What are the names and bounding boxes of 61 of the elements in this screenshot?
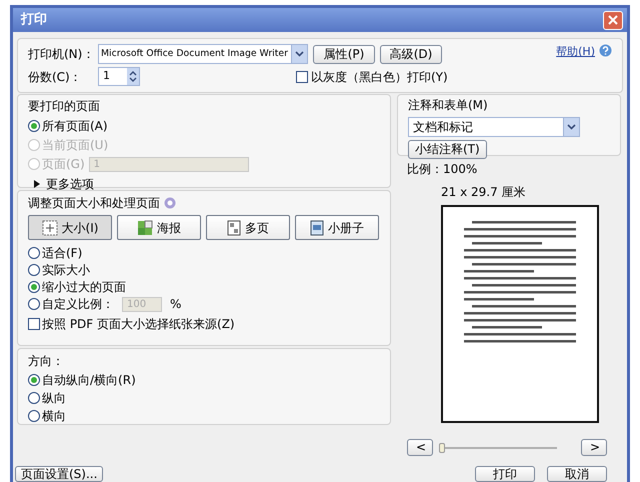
close-button[interactable] — [603, 10, 623, 30]
page-setup-button[interactable]: 页面设置(S)... — [15, 466, 104, 482]
radio-label: 自定义比例： — [42, 296, 114, 313]
slider-thumb[interactable] — [439, 442, 445, 452]
mode-button[interactable]: 大小(I) — [28, 215, 112, 240]
grayscale-label: 以灰度（黑白色）打印(Y) — [311, 68, 448, 86]
radio-button[interactable] — [28, 281, 40, 293]
expand-triangle-icon[interactable] — [34, 180, 40, 188]
mode-button[interactable]: 海报 — [117, 215, 201, 240]
summarize-button[interactable]: 小结注释(T) — [408, 140, 487, 159]
radio-label: 当前页面(U) — [42, 137, 108, 154]
help-icon — [599, 44, 612, 57]
spinner-arrows-icon[interactable] — [127, 68, 139, 85]
radio-label: 适合(F) — [42, 245, 82, 262]
radio-button[interactable] — [28, 374, 40, 386]
radio-label: 自动纵向/横向(R) — [42, 372, 136, 389]
close-icon — [608, 15, 618, 25]
radio-label: 实际大小 — [42, 262, 90, 279]
section-title: 调整页面大小和处理页面 — [28, 195, 160, 212]
printer-option-button[interactable]: 属性(P) — [313, 44, 375, 64]
copies-spinner[interactable]: 1 — [98, 67, 140, 86]
section-title: 要打印的页面 — [28, 98, 101, 115]
radio-button[interactable] — [28, 410, 40, 422]
checkbox[interactable] — [28, 318, 40, 330]
radio-button[interactable] — [28, 120, 40, 132]
page-slider[interactable] — [439, 442, 557, 452]
window-title: 打印 — [21, 11, 47, 30]
info-icon — [164, 197, 176, 209]
percent-label: % — [170, 296, 182, 313]
scale-text: 比例：100% — [407, 161, 478, 178]
radio-label: 所有页面(A) — [42, 118, 108, 135]
cancel-button[interactable]: 取消 — [547, 466, 607, 482]
booklet-icon — [310, 220, 324, 236]
checkbox[interactable] — [296, 70, 308, 82]
section-title: 方向： — [28, 353, 65, 370]
annotations-dropdown[interactable]: 文档和标记 — [408, 117, 580, 137]
radio-button[interactable] — [28, 247, 40, 259]
more-options-toggle[interactable]: 更多选项 — [46, 175, 94, 193]
checkbox-label: 按照 PDF 页面大小选择纸张来源(Z) — [42, 316, 235, 333]
radio-label: 横向 — [42, 408, 66, 425]
printer-dropdown[interactable]: Microsoft Office Document Image Writer — [98, 44, 308, 64]
radio-button[interactable] — [28, 264, 40, 276]
mode-button[interactable]: 多页 — [206, 215, 290, 240]
radio-button[interactable] — [28, 392, 40, 404]
tiles-icon — [137, 220, 153, 236]
paper-size-text: 21 x 29.7 厘米 — [441, 184, 527, 201]
resize-icon — [42, 220, 58, 236]
radio-button[interactable] — [28, 298, 40, 310]
printer-option-button[interactable]: 高级(D) — [380, 44, 442, 64]
copies-label: 份数(C)： — [28, 68, 83, 86]
pages-icon — [227, 220, 241, 236]
print-button[interactable]: 打印 — [475, 466, 535, 482]
section-title: 注释和表单(M) — [408, 97, 489, 114]
previous-page-button[interactable]: < — [407, 439, 433, 456]
next-page-button[interactable]: > — [581, 439, 607, 456]
radio-label: 纵向 — [42, 390, 66, 407]
printer-label: 打印机(N)： — [28, 46, 96, 63]
radio-label: 缩小过大的页面 — [42, 279, 126, 296]
radio-label: 页面(G) — [42, 156, 85, 173]
mode-button[interactable]: 小册子 — [295, 215, 379, 240]
help-link[interactable]: 帮助(H) — [556, 44, 595, 60]
